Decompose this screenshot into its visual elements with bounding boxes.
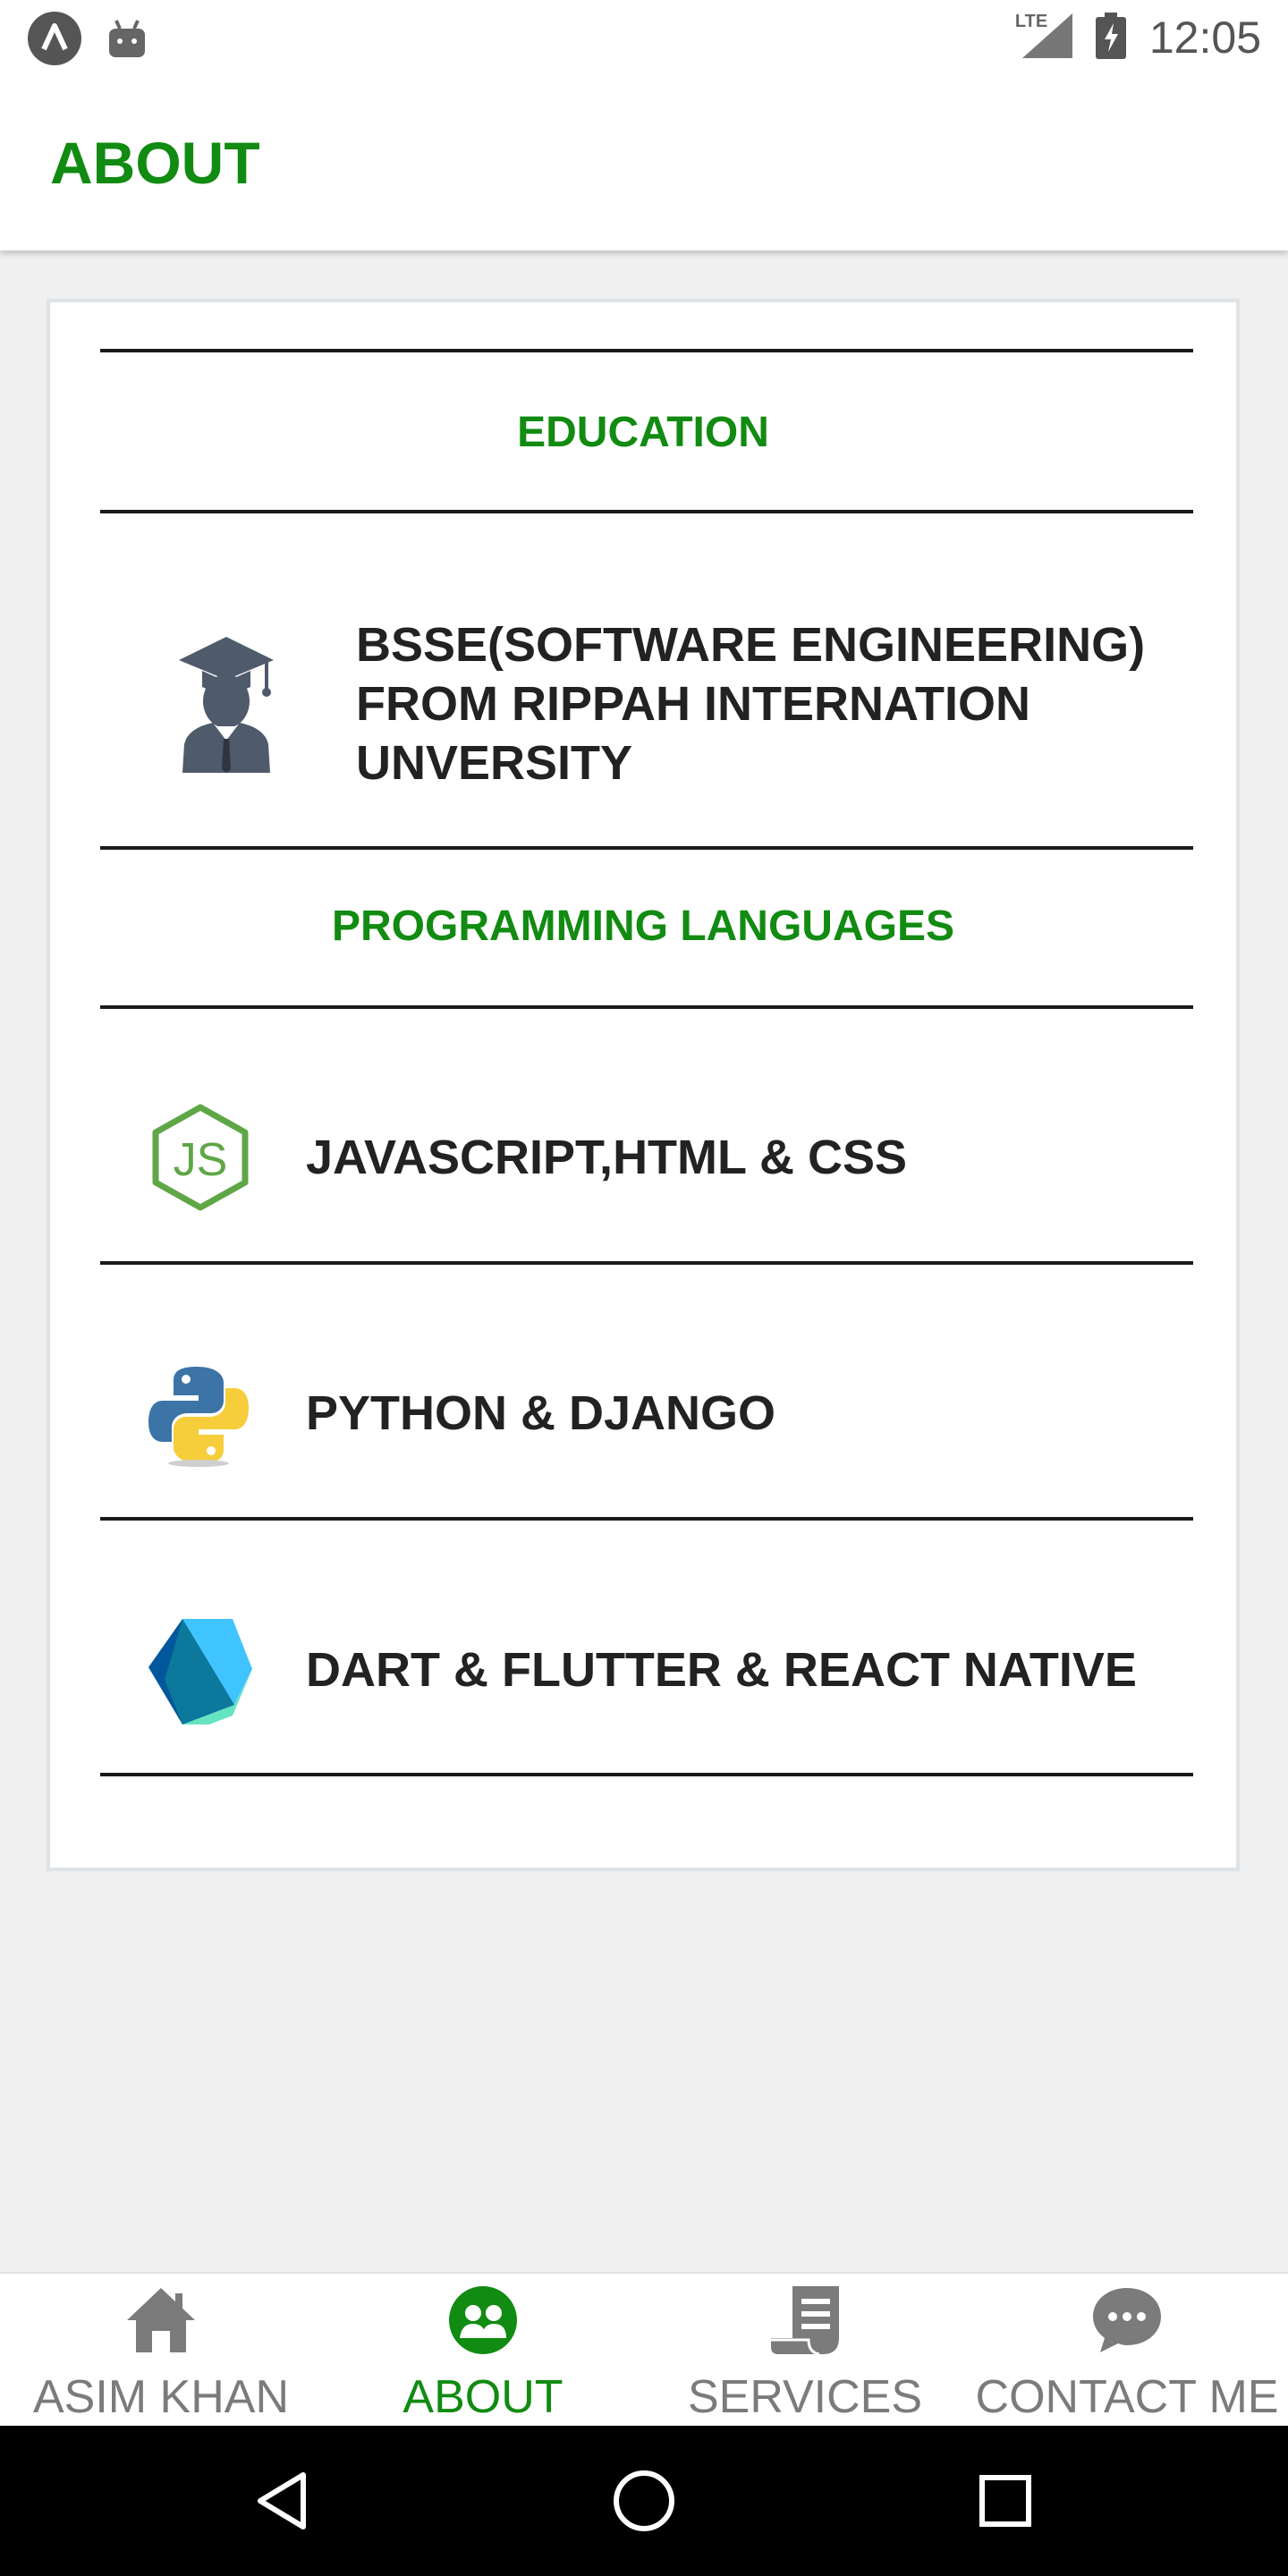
chat-icon <box>1091 2284 1163 2356</box>
signal-icon: LTE <box>1015 12 1072 63</box>
nodejs-icon: JS <box>147 1104 254 1216</box>
degree-line: BSSE(SOFTWARE ENGINEERING) <box>356 618 1146 672</box>
people-icon <box>447 2284 519 2356</box>
graduate-icon <box>177 635 275 777</box>
python-icon <box>147 1363 250 1471</box>
divider <box>100 1517 1193 1521</box>
receipt-icon <box>769 2284 841 2356</box>
degree-line: FROM RIPPAH INTERNATION <box>356 677 1030 731</box>
about-card: EDUCATION BSSE(SOFTWARE ENGINEERING) FRO… <box>47 299 1240 1871</box>
divider <box>100 349 1193 352</box>
divider <box>100 1773 1193 1776</box>
app-logo-icon <box>27 11 82 71</box>
recents-icon[interactable] <box>952 2426 1059 2576</box>
page-title: ABOUT <box>50 130 260 196</box>
dart-icon <box>147 1617 254 1731</box>
language-label: DART & FLUTTER & REACT NATIVE <box>306 1643 1137 1697</box>
language-label: JAVASCRIPT,HTML & CSS <box>306 1131 908 1184</box>
languages-heading: PROGRAMMING LANGUAGES <box>332 902 954 950</box>
nav-item-asim-khan[interactable]: ASIM KHAN <box>0 2274 322 2428</box>
nav-label: SERVICES <box>687 2371 923 2423</box>
nav-label: CONTACT ME <box>975 2371 1279 2423</box>
divider <box>100 846 1193 850</box>
divider <box>100 510 1193 513</box>
back-icon[interactable] <box>229 2426 336 2576</box>
language-label: PYTHON & DJANGO <box>306 1386 776 1440</box>
divider <box>100 1261 1193 1265</box>
nav-label: ABOUT <box>402 2371 564 2423</box>
education-degree: BSSE(SOFTWARE ENGINEERING) FROM RIPPAH I… <box>356 615 1145 792</box>
network-label: LTE <box>1014 11 1048 31</box>
android-icon <box>107 18 147 64</box>
nav-item-contact-me[interactable]: CONTACT ME <box>966 2274 1288 2428</box>
nav-item-services[interactable]: SERVICES <box>644 2274 966 2428</box>
degree-line: UNVERSITY <box>356 736 633 790</box>
status-time: 12:05 <box>1148 13 1261 63</box>
nav-item-about[interactable]: ABOUT <box>322 2274 644 2428</box>
bottom-navigation: ASIM KHAN ABOUT SERVICES CONTACT ME <box>0 2272 1288 2428</box>
nav-label: ASIM KHAN <box>32 2371 290 2423</box>
app-bar: ABOUT <box>0 75 1288 250</box>
system-navigation-bar <box>0 2426 1288 2576</box>
svg-text:JS: JS <box>174 1134 228 1186</box>
education-heading: EDUCATION <box>517 409 769 456</box>
home-icon <box>125 2284 197 2356</box>
status-bar: LTE 12:05 <box>0 0 1288 75</box>
divider <box>100 1005 1193 1009</box>
home-circle-icon[interactable] <box>590 2426 698 2576</box>
battery-charging-icon <box>1095 12 1126 64</box>
